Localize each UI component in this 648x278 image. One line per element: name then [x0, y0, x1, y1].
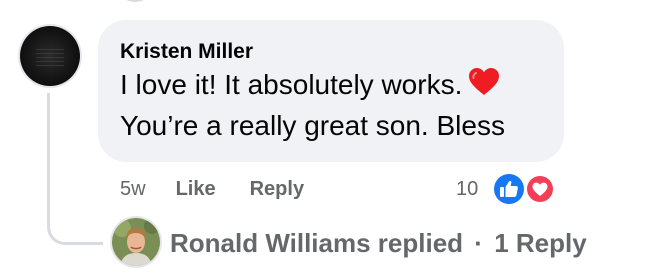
view-replies-link[interactable]: Ronald Williams replied · 1 Reply: [170, 226, 587, 260]
reply-avatar[interactable]: [112, 218, 160, 266]
comment-text-line-2: You’re a really great son. Bless: [120, 110, 505, 141]
comment-author[interactable]: Kristen Miller: [120, 38, 564, 66]
comment-text-line-1: I love it! It absolutely works.: [120, 66, 564, 107]
comment-bubble: Kristen Miller I love it! It absolutely …: [98, 20, 564, 162]
reply-button[interactable]: Reply: [250, 178, 304, 201]
person-photo-icon: [112, 218, 160, 266]
comment-actions: 5w Like Reply: [120, 174, 304, 204]
like-button[interactable]: Like: [176, 178, 216, 201]
reply-thread-line: [47, 93, 103, 245]
love-icon: [525, 174, 555, 204]
comment-timestamp[interactable]: 5w: [120, 178, 146, 201]
reply-count: 1 Reply: [494, 228, 587, 258]
avatar[interactable]: [20, 26, 80, 86]
reactions-svg: [492, 172, 555, 206]
reply-separator: ·: [474, 228, 483, 258]
reaction-icons[interactable]: [489, 172, 559, 206]
previous-avatar-edge: [118, 0, 152, 2]
reply-summary: Ronald Williams replied: [170, 228, 464, 258]
avatar-pattern: [36, 46, 64, 66]
reaction-count[interactable]: 10: [456, 174, 478, 204]
like-icon: [492, 172, 526, 206]
heart-icon: [468, 67, 500, 107]
comment-text: I love it! It absolutely works.: [120, 69, 463, 100]
